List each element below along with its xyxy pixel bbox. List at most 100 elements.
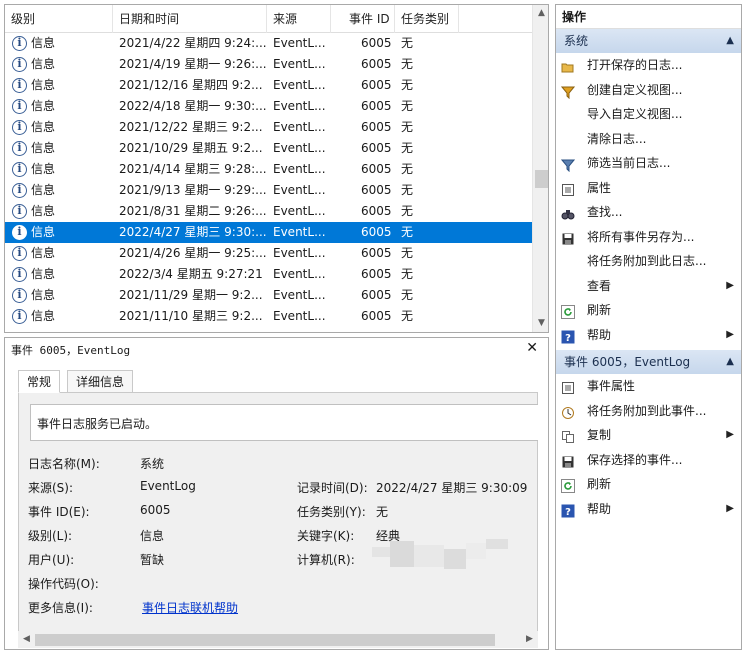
scroll-right-arrow-icon[interactable]: ▶ [521, 631, 538, 648]
source-cell: EventL... [273, 57, 326, 71]
table-row[interactable]: i 信息 2021/4/19 星期一 9:26:... EventL... 6005 无 [5, 54, 532, 75]
column-header-event-id[interactable]: 事件 ID [331, 5, 395, 33]
column-header-source[interactable]: 来源 [267, 5, 331, 33]
event-id-cell: 6005 [361, 225, 392, 239]
action-create-custom-view[interactable]: 创建自定义视图... [556, 78, 741, 102]
event-id-cell: 6005 [361, 78, 392, 92]
action-save-all-events-as[interactable]: 将所有事件另存为... [556, 225, 741, 249]
collapse-arrow-icon[interactable]: ▲ [726, 29, 734, 53]
level-cell: 信息 [31, 162, 56, 176]
copy-icon [561, 428, 575, 443]
task-cell: 无 [401, 36, 414, 50]
action-label: 帮助 [587, 327, 612, 342]
table-row[interactable]: i 信息 2021/9/13 星期一 9:29:... EventL... 6005 无 [5, 180, 532, 201]
table-row[interactable]: i 信息 2021/12/22 星期三 9:2... EventL... 6005 无 [5, 117, 532, 138]
scroll-down-arrow-icon[interactable]: ▼ [533, 315, 548, 332]
scroll-left-arrow-icon[interactable]: ◀ [18, 631, 35, 648]
action-refresh[interactable]: 刷新 [556, 298, 741, 322]
filter-star-icon [560, 83, 576, 99]
action-clear-log[interactable]: 清除日志... [556, 127, 741, 151]
column-header-datetime[interactable]: 日期和时间 [113, 5, 267, 33]
action-refresh[interactable]: 刷新 [556, 472, 741, 496]
collapse-arrow-icon[interactable]: ▲ [726, 350, 734, 374]
info-icon: i [12, 120, 27, 135]
table-row[interactable]: i 信息 2021/4/22 星期四 9:24:... EventL... 6005 无 [5, 33, 532, 54]
column-header-task-category[interactable]: 任务类别 [395, 5, 459, 33]
event-properties-icon [561, 379, 575, 394]
info-icon: i [12, 309, 27, 324]
table-row[interactable]: i 信息 2021/11/29 星期一 9:2... EventL... 6005 无 [5, 285, 532, 306]
column-header-level[interactable]: 级别 [5, 5, 113, 33]
action-view[interactable]: 查看 ▶ [556, 274, 741, 298]
section-header-label: 事件 6005，EventLog [564, 355, 691, 369]
datetime-cell: 2022/4/18 星期一 9:30:... [119, 99, 267, 113]
level-value: 信息 [140, 529, 165, 543]
table-row[interactable]: i 信息 2022/4/18 星期一 9:30:... EventL... 6005 无 [5, 96, 532, 117]
action-open-saved-log[interactable]: 打开保存的日志... [556, 53, 741, 77]
table-row[interactable]: i 信息 2021/4/14 星期三 9:28:... EventL... 6005 无 [5, 159, 532, 180]
properties-icon [561, 181, 575, 196]
action-help[interactable]: ? 帮助 ▶ [556, 323, 741, 347]
task-cell: 无 [401, 183, 414, 197]
level-cell: 信息 [31, 141, 56, 155]
event-id-value: 6005 [140, 503, 171, 517]
info-icon: i [12, 36, 27, 51]
task-cell: 无 [401, 141, 414, 155]
source-cell: EventL... [273, 120, 326, 134]
horizontal-scroll-thumb[interactable] [35, 634, 495, 646]
table-row[interactable]: i 信息 2021/10/29 星期五 9:2... EventL... 6005 无 [5, 138, 532, 159]
table-row[interactable]: i 信息 2021/12/16 星期四 9:2... EventL... 6005 无 [5, 75, 532, 96]
close-icon[interactable]: ✕ [526, 340, 538, 356]
action-attach-task-to-event[interactable]: 将任务附加到此事件... [556, 399, 741, 423]
list-vertical-scrollbar[interactable]: ▲ ▼ [532, 5, 548, 332]
event-description: 事件日志服务已启动。 [30, 404, 538, 441]
scroll-thumb[interactable] [535, 170, 548, 188]
source-cell: EventL... [273, 225, 326, 239]
action-find[interactable]: 查找... [556, 200, 741, 224]
task-cell: 无 [401, 78, 414, 92]
section-header-event[interactable]: 事件 6005，EventLog ▲ [556, 350, 741, 374]
keywords-label: 关键字(K): [297, 529, 355, 543]
level-cell: 信息 [31, 78, 56, 92]
action-label: 复制 [587, 428, 612, 442]
tab-details[interactable]: 详细信息 [67, 370, 134, 393]
action-import-custom-view[interactable]: 导入自定义视图... [556, 102, 741, 126]
action-copy[interactable]: 复制 ▶ [556, 423, 741, 447]
scroll-up-arrow-icon[interactable]: ▲ [533, 5, 548, 22]
source-cell: EventL... [273, 36, 326, 50]
table-row-selected[interactable]: i 信息 2022/4/27 星期三 9:30:... EventL... 6005 无 [5, 222, 532, 243]
opcode-label: 操作代码(O): [28, 577, 99, 591]
action-save-selected-events[interactable]: 保存选择的事件... [556, 448, 741, 472]
detail-title: 事件 6005，EventLog [11, 344, 131, 357]
action-help[interactable]: ? 帮助 ▶ [556, 497, 741, 521]
action-attach-task-to-log[interactable]: 将任务附加到此日志... [556, 249, 741, 273]
submenu-arrow-icon: ▶ [726, 502, 734, 514]
task-cell: 无 [401, 309, 414, 323]
table-row[interactable]: i 信息 2021/8/31 星期二 9:26:... EventL... 6005 无 [5, 201, 532, 222]
logged-label: 记录时间(D): [297, 481, 368, 495]
event-id-cell: 6005 [361, 288, 392, 302]
save-icon [561, 453, 575, 467]
source-cell: EventL... [273, 309, 326, 323]
logged-value: 2022/4/27 星期三 9:30:09 [376, 481, 528, 495]
action-filter-current-log[interactable]: 筛选当前日志... [556, 151, 741, 175]
event-log-online-help-link[interactable]: 事件日志联机帮助 [142, 599, 238, 616]
table-row[interactable]: i 信息 2021/11/10 星期三 9:2... EventL... 6005 无 [5, 306, 532, 327]
table-row[interactable]: i 信息 2022/3/4 星期五 9:27:21 EventL... 6005 无 [5, 264, 532, 285]
action-event-properties[interactable]: 事件属性 [556, 374, 741, 398]
action-label: 筛选当前日志... [587, 156, 671, 170]
datetime-cell: 2021/4/22 星期四 9:24:... [119, 36, 267, 50]
info-icon: i [12, 267, 27, 282]
detail-horizontal-scrollbar[interactable]: ◀ ▶ [18, 631, 538, 648]
info-icon: i [12, 288, 27, 303]
table-row[interactable]: i 信息 2021/4/26 星期一 9:25:... EventL... 6005 无 [5, 243, 532, 264]
level-cell: 信息 [31, 99, 56, 113]
tab-general[interactable]: 常规 [18, 370, 61, 393]
redacted-computer-name [372, 539, 508, 569]
action-properties[interactable]: 属性 [556, 176, 741, 200]
section-header-system[interactable]: 系统 ▲ [556, 29, 741, 53]
user-value: 暂缺 [140, 553, 165, 567]
datetime-cell: 2021/4/14 星期三 9:28:... [119, 162, 267, 176]
event-id-cell: 6005 [361, 57, 392, 71]
action-label: 导入自定义视图... [587, 107, 683, 121]
